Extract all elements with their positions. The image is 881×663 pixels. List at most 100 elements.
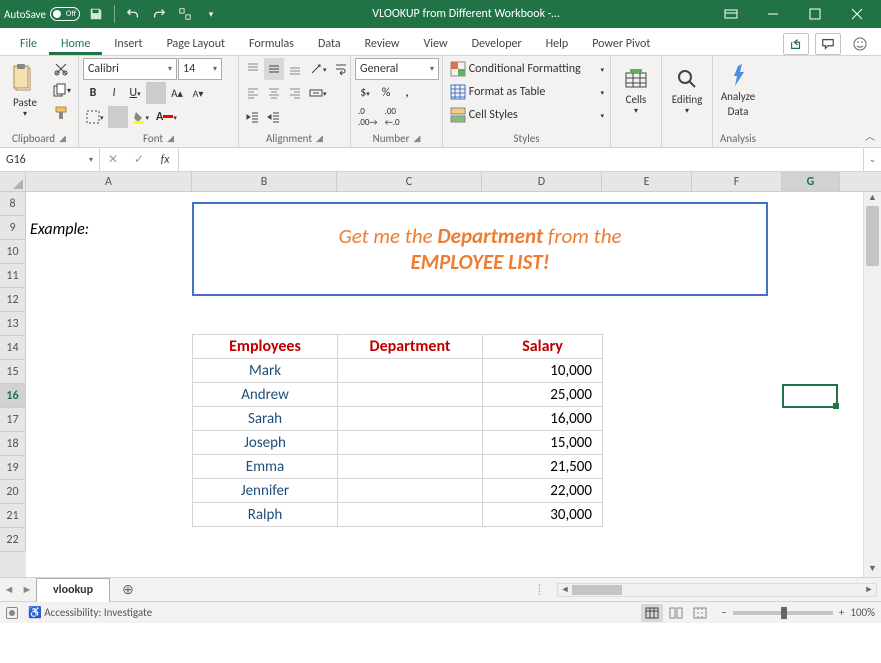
format-painter-button[interactable] <box>48 102 74 124</box>
zoom-out-button[interactable]: − <box>721 606 726 619</box>
name-box[interactable]: G16▾ <box>0 148 100 171</box>
hscroll-thumb[interactable] <box>572 585 622 595</box>
minimize-button[interactable] <box>753 0 793 28</box>
fill-color-button[interactable]: ▾ <box>129 106 153 128</box>
row-header[interactable]: 8 <box>0 192 26 216</box>
font-launcher-icon[interactable]: ◢ <box>167 133 174 144</box>
comma-button[interactable]: , <box>397 82 417 104</box>
row-header[interactable]: 12 <box>0 288 26 312</box>
header-department[interactable]: Department <box>338 335 483 359</box>
tab-view[interactable]: View <box>412 31 460 55</box>
sheet-tab-vlookup[interactable]: vlookup <box>36 578 110 602</box>
ribbon-display-icon[interactable] <box>711 0 751 28</box>
row-header[interactable]: 9 <box>0 216 26 240</box>
page-break-view-button[interactable] <box>689 604 711 622</box>
cancel-formula-icon[interactable]: ✕ <box>100 152 126 167</box>
number-format-combo[interactable]: General▾ <box>355 58 439 80</box>
tab-help[interactable]: Help <box>534 31 581 55</box>
italic-button[interactable]: I <box>104 82 124 104</box>
number-launcher-icon[interactable]: ◢ <box>413 133 420 144</box>
editing-button[interactable]: Editing▾ <box>666 58 708 124</box>
increase-decimal-button[interactable]: .0.00→ <box>355 106 381 128</box>
horizontal-scrollbar[interactable]: ⁞ ◄ ► <box>557 583 877 597</box>
tab-formulas[interactable]: Formulas <box>237 31 306 55</box>
cells-button[interactable]: Cells▾ <box>615 58 657 124</box>
bold-button[interactable]: B <box>83 82 103 104</box>
tab-power-pivot[interactable]: Power Pivot <box>580 31 662 55</box>
underline-button[interactable]: U▾ <box>125 82 145 104</box>
enter-formula-icon[interactable]: ✓ <box>126 152 152 167</box>
row-header[interactable]: 22 <box>0 528 26 552</box>
zoom-level[interactable]: 100% <box>850 606 875 619</box>
collapse-ribbon-icon[interactable]: ︿ <box>865 128 875 143</box>
select-all-button[interactable] <box>0 172 26 191</box>
align-top-button[interactable] <box>243 58 263 80</box>
touch-mode-icon[interactable] <box>175 4 195 24</box>
increase-indent-button[interactable] <box>264 106 284 128</box>
tab-page-layout[interactable]: Page Layout <box>155 31 237 55</box>
align-right-button[interactable] <box>285 82 305 104</box>
instruction-textbox[interactable]: Get me the Department from the EMPLOYEE … <box>192 202 768 296</box>
col-header-f[interactable]: F <box>692 172 782 191</box>
cells-area[interactable]: Example: Get me the Department from the … <box>26 192 863 577</box>
sheet-nav-prev[interactable]: ◄ <box>0 583 18 596</box>
macro-record-icon[interactable] <box>6 607 18 619</box>
font-size-combo[interactable]: 14▾ <box>178 58 222 80</box>
row-header[interactable]: 21 <box>0 504 26 528</box>
align-middle-button[interactable] <box>264 58 284 80</box>
page-layout-view-button[interactable] <box>665 604 687 622</box>
clipboard-launcher-icon[interactable]: ◢ <box>59 133 66 144</box>
align-left-button[interactable] <box>243 82 263 104</box>
header-salary[interactable]: Salary <box>483 335 603 359</box>
new-sheet-button[interactable]: ⊕ <box>116 581 140 598</box>
col-header-d[interactable]: D <box>482 172 602 191</box>
accessibility-status[interactable]: ♿ Accessibility: Investigate <box>28 606 152 619</box>
align-bottom-button[interactable] <box>285 58 305 80</box>
tab-file[interactable]: File <box>8 31 49 55</box>
decrease-indent-button[interactable] <box>243 106 263 128</box>
conditional-formatting-button[interactable]: Conditional Formatting▾ <box>447 58 607 80</box>
col-header-a[interactable]: A <box>26 172 192 191</box>
font-color-button[interactable]: A▾ <box>153 106 180 128</box>
zoom-slider[interactable] <box>733 611 833 615</box>
qat-customize-icon[interactable]: ▾ <box>201 4 221 24</box>
maximize-button[interactable] <box>795 0 835 28</box>
active-cell[interactable] <box>782 384 838 408</box>
scroll-down-icon[interactable]: ▼ <box>864 563 881 577</box>
accounting-button[interactable]: $▾ <box>355 82 375 104</box>
zoom-in-button[interactable]: + <box>839 606 844 619</box>
paste-button[interactable]: Paste ▾ <box>4 58 46 124</box>
save-icon[interactable] <box>86 4 106 24</box>
format-as-table-button[interactable]: Format as Table▾ <box>447 81 607 103</box>
col-header-b[interactable]: B <box>192 172 337 191</box>
decrease-font-button[interactable]: A▾ <box>188 82 208 104</box>
align-center-button[interactable] <box>264 82 284 104</box>
alignment-launcher-icon[interactable]: ◢ <box>316 133 323 144</box>
wrap-text-button[interactable] <box>331 58 351 80</box>
formula-input[interactable] <box>179 148 863 171</box>
tab-developer[interactable]: Developer <box>460 31 534 55</box>
header-employees[interactable]: Employees <box>193 335 338 359</box>
cut-button[interactable] <box>48 58 74 80</box>
merge-button[interactable]: ▾ <box>306 82 330 104</box>
row-header[interactable]: 15 <box>0 360 26 384</box>
expand-formula-bar-icon[interactable]: ⌄ <box>863 148 881 171</box>
vertical-scrollbar[interactable]: ▲ ▼ <box>863 192 881 577</box>
tab-home[interactable]: Home <box>49 31 102 55</box>
orientation-button[interactable]: ▾ <box>306 58 330 80</box>
increase-font-button[interactable]: A▴ <box>167 82 187 104</box>
percent-button[interactable]: % <box>376 82 396 104</box>
share-button[interactable] <box>783 33 809 55</box>
scroll-up-icon[interactable]: ▲ <box>864 192 881 206</box>
row-header[interactable]: 17 <box>0 408 26 432</box>
hscroll-right-icon[interactable]: ► <box>862 584 876 595</box>
normal-view-button[interactable] <box>641 604 663 622</box>
autosave-toggle[interactable]: AutoSave Off <box>4 7 80 21</box>
tab-data[interactable]: Data <box>306 31 353 55</box>
font-name-combo[interactable]: Calibri▾ <box>83 58 177 80</box>
row-header[interactable]: 11 <box>0 264 26 288</box>
row-header[interactable]: 14 <box>0 336 26 360</box>
comments-button[interactable] <box>815 33 841 55</box>
undo-icon[interactable] <box>123 4 143 24</box>
row-header[interactable]: 16 <box>0 384 26 408</box>
